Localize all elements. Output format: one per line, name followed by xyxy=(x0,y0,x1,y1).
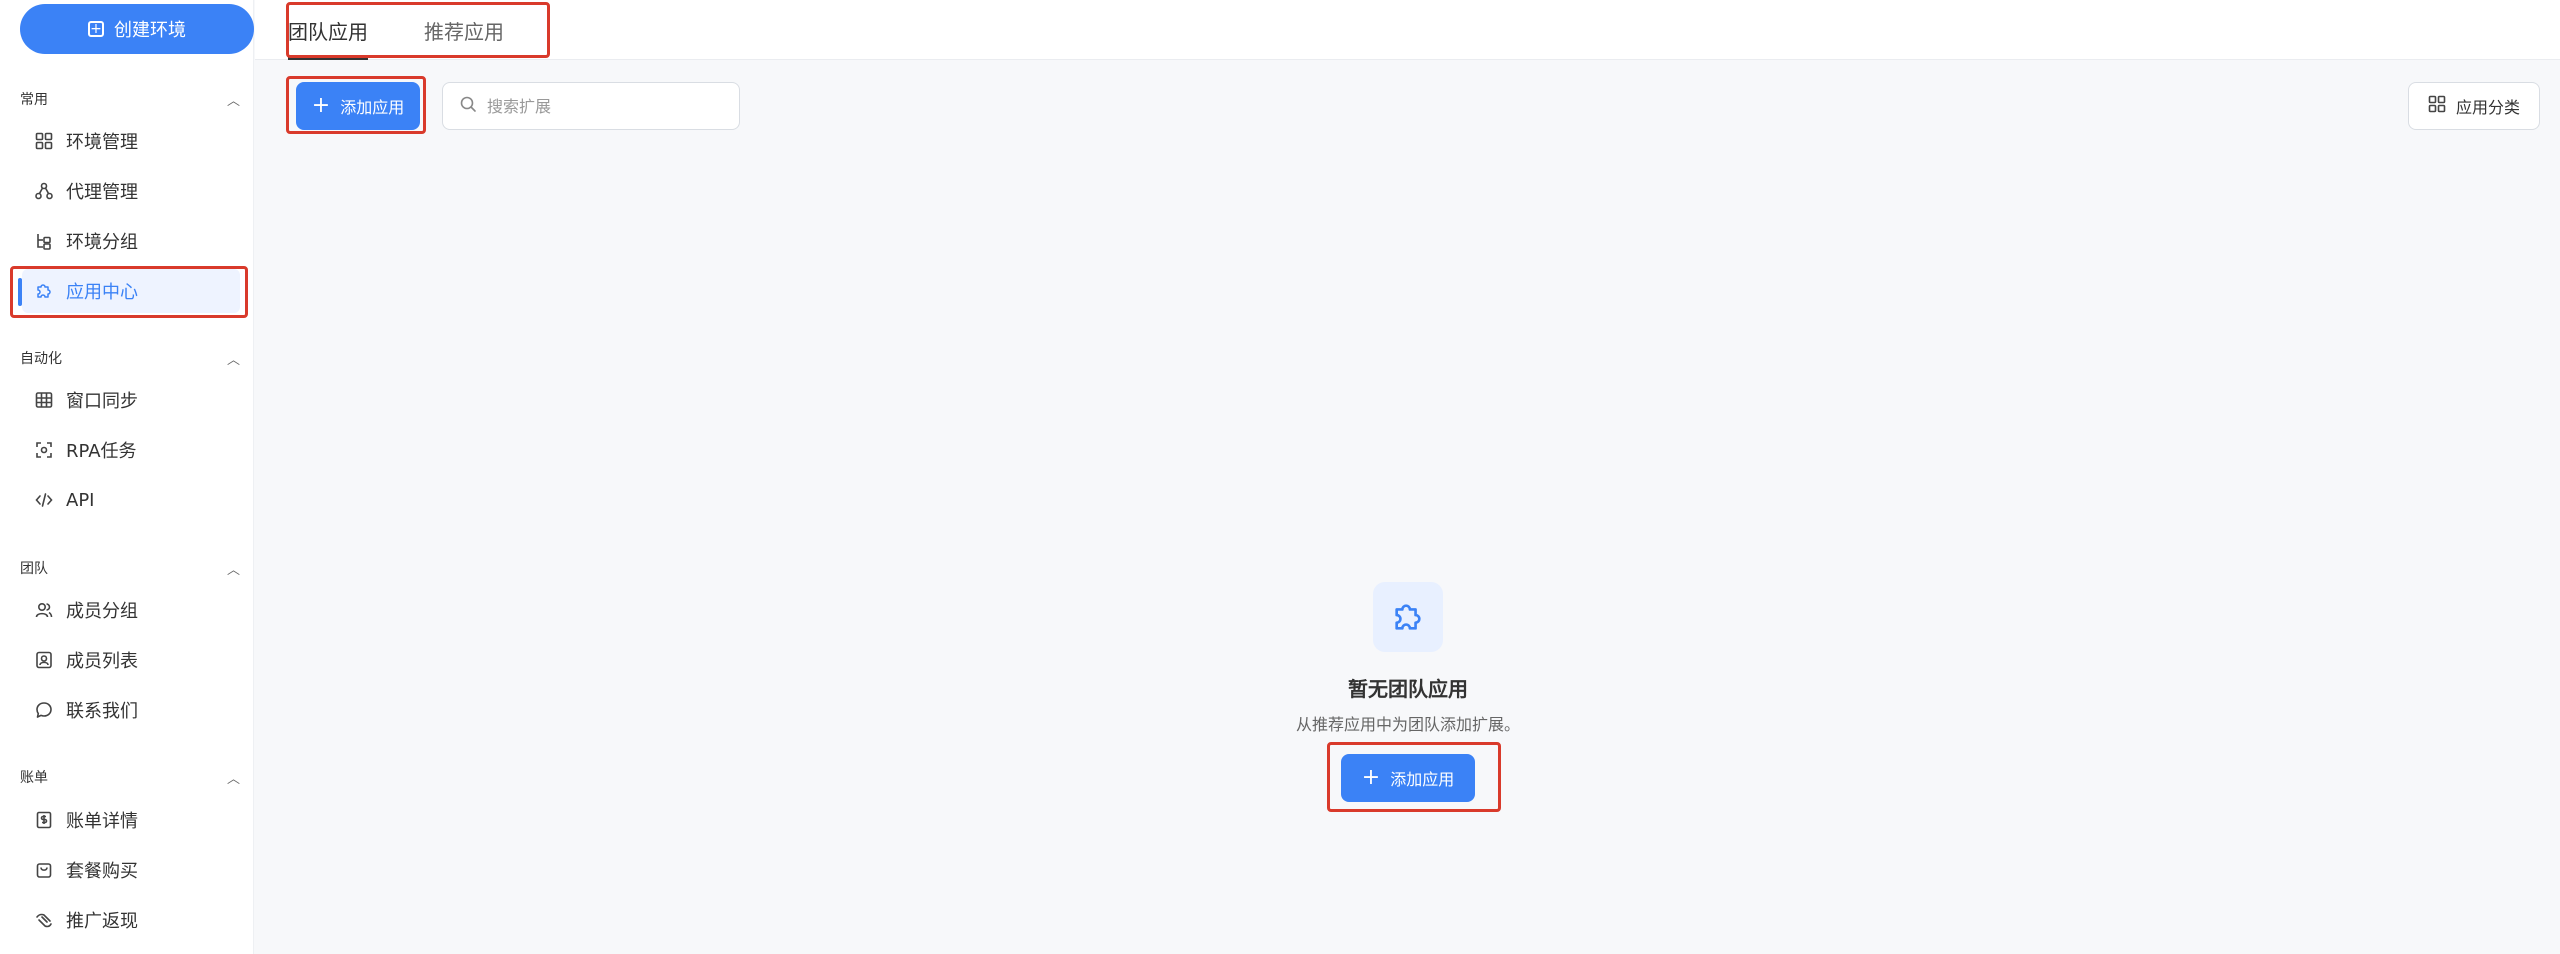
chevron-up-icon: ︿ xyxy=(226,771,240,787)
plus-icon: + xyxy=(1361,765,1381,790)
network-icon xyxy=(34,181,54,201)
puzzle-icon xyxy=(1373,582,1443,652)
sidebar-item-environment-group[interactable]: 环境分组 xyxy=(22,219,240,263)
add-app-label: 添加应用 xyxy=(1390,770,1455,789)
sidebar-item-window-sync[interactable]: 窗口同步 xyxy=(22,378,240,422)
section-title: 常用 xyxy=(20,92,48,108)
chevron-up-icon: ︿ xyxy=(226,352,240,368)
sidebar-item-label: API xyxy=(66,489,95,511)
create-environment-label: 创建环境 xyxy=(114,20,186,41)
add-app-label: 添加应用 xyxy=(340,98,405,117)
sidebar-item-package-purchase[interactable]: 套餐购买 xyxy=(22,848,240,892)
section-header-billing[interactable]: 账单 ︿ xyxy=(20,762,240,792)
chevron-up-icon: ︿ xyxy=(226,562,240,578)
sidebar-item-member-group[interactable]: 成员分组 xyxy=(22,588,240,632)
sidebar-item-bill-details[interactable]: 账单详情 xyxy=(22,798,240,842)
sidebar-item-label: 套餐购买 xyxy=(66,861,138,882)
sidebar-item-app-center[interactable]: 应用中心 xyxy=(22,269,240,313)
empty-add-app-button[interactable]: + 添加应用 xyxy=(1341,754,1475,802)
tab-bar: 团队应用 推荐应用 xyxy=(288,0,504,60)
sidebar-item-label: 应用中心 xyxy=(66,282,138,303)
window-grid-icon xyxy=(34,390,54,410)
sidebar-item-member-list[interactable]: 成员列表 xyxy=(22,638,240,682)
sidebar-item-label: 代理管理 xyxy=(66,182,138,203)
section-header-common[interactable]: 常用 ︿ xyxy=(20,84,240,114)
sidebar-item-label: 成员分组 xyxy=(66,601,138,622)
tab-recommended-apps[interactable]: 推荐应用 xyxy=(424,0,504,60)
sidebar-item-proxy-management[interactable]: 代理管理 xyxy=(22,169,240,213)
sidebar-item-label: 账单详情 xyxy=(66,811,138,832)
create-environment-button[interactable]: + 创建环境 xyxy=(20,4,254,54)
sidebar-item-label: 推广返现 xyxy=(66,911,138,932)
sidebar-item-api[interactable]: API xyxy=(22,478,240,522)
top-bar xyxy=(255,0,2560,60)
section-header-automation[interactable]: 自动化 ︿ xyxy=(20,343,240,373)
share-icon xyxy=(34,910,54,930)
chevron-up-icon: ︿ xyxy=(226,93,240,109)
section-title: 账单 xyxy=(20,770,48,786)
contact-icon xyxy=(34,650,54,670)
empty-state-description: 从推荐应用中为团队添加扩展。 xyxy=(1295,715,1520,734)
sidebar-item-label: 窗口同步 xyxy=(66,391,138,412)
app-category-button[interactable]: 应用分类 xyxy=(2408,82,2540,130)
bag-icon xyxy=(34,860,54,880)
plus-icon: + xyxy=(311,93,331,118)
sidebar-item-environment-management[interactable]: 环境管理 xyxy=(22,119,240,163)
chat-icon xyxy=(34,700,54,720)
section-title: 团队 xyxy=(20,561,48,577)
search-input[interactable] xyxy=(487,96,717,116)
puzzle-icon xyxy=(34,281,54,301)
section-header-team[interactable]: 团队 ︿ xyxy=(20,553,240,583)
app-category-label: 应用分类 xyxy=(2455,98,2520,117)
scan-icon xyxy=(34,440,54,460)
sidebar-item-contact-us[interactable]: 联系我们 xyxy=(22,688,240,732)
sidebar-item-label: 环境管理 xyxy=(66,132,138,153)
group-icon xyxy=(34,231,54,251)
tab-team-apps[interactable]: 团队应用 xyxy=(288,0,368,60)
grid-icon xyxy=(2428,95,2446,117)
sidebar-item-label: 成员列表 xyxy=(66,651,138,672)
section-title: 自动化 xyxy=(20,351,62,367)
sidebar-item-label: 联系我们 xyxy=(66,701,138,722)
plus-square-icon: + xyxy=(88,21,104,37)
app-root: + 创建环境 常用 ︿ 环境管理 代理管理 环境分组 应用中心 自动化 ︿ 窗口… xyxy=(0,0,2560,954)
code-icon xyxy=(34,490,54,510)
add-app-button[interactable]: + 添加应用 xyxy=(296,82,420,130)
search-icon xyxy=(459,95,477,117)
sidebar-item-rpa-task[interactable]: RPA任务 xyxy=(22,428,240,472)
sidebar-item-label: RPA任务 xyxy=(66,441,137,462)
bill-icon xyxy=(34,810,54,830)
search-box xyxy=(442,82,740,130)
users-icon xyxy=(34,600,54,620)
grid-icon xyxy=(34,131,54,151)
sidebar-item-referral-cashback[interactable]: 推广返现 xyxy=(22,898,240,942)
empty-state-title: 暂无团队应用 xyxy=(1348,677,1468,701)
sidebar: + 创建环境 常用 ︿ 环境管理 代理管理 环境分组 应用中心 自动化 ︿ 窗口… xyxy=(0,0,254,954)
sidebar-item-label: 环境分组 xyxy=(66,232,138,253)
